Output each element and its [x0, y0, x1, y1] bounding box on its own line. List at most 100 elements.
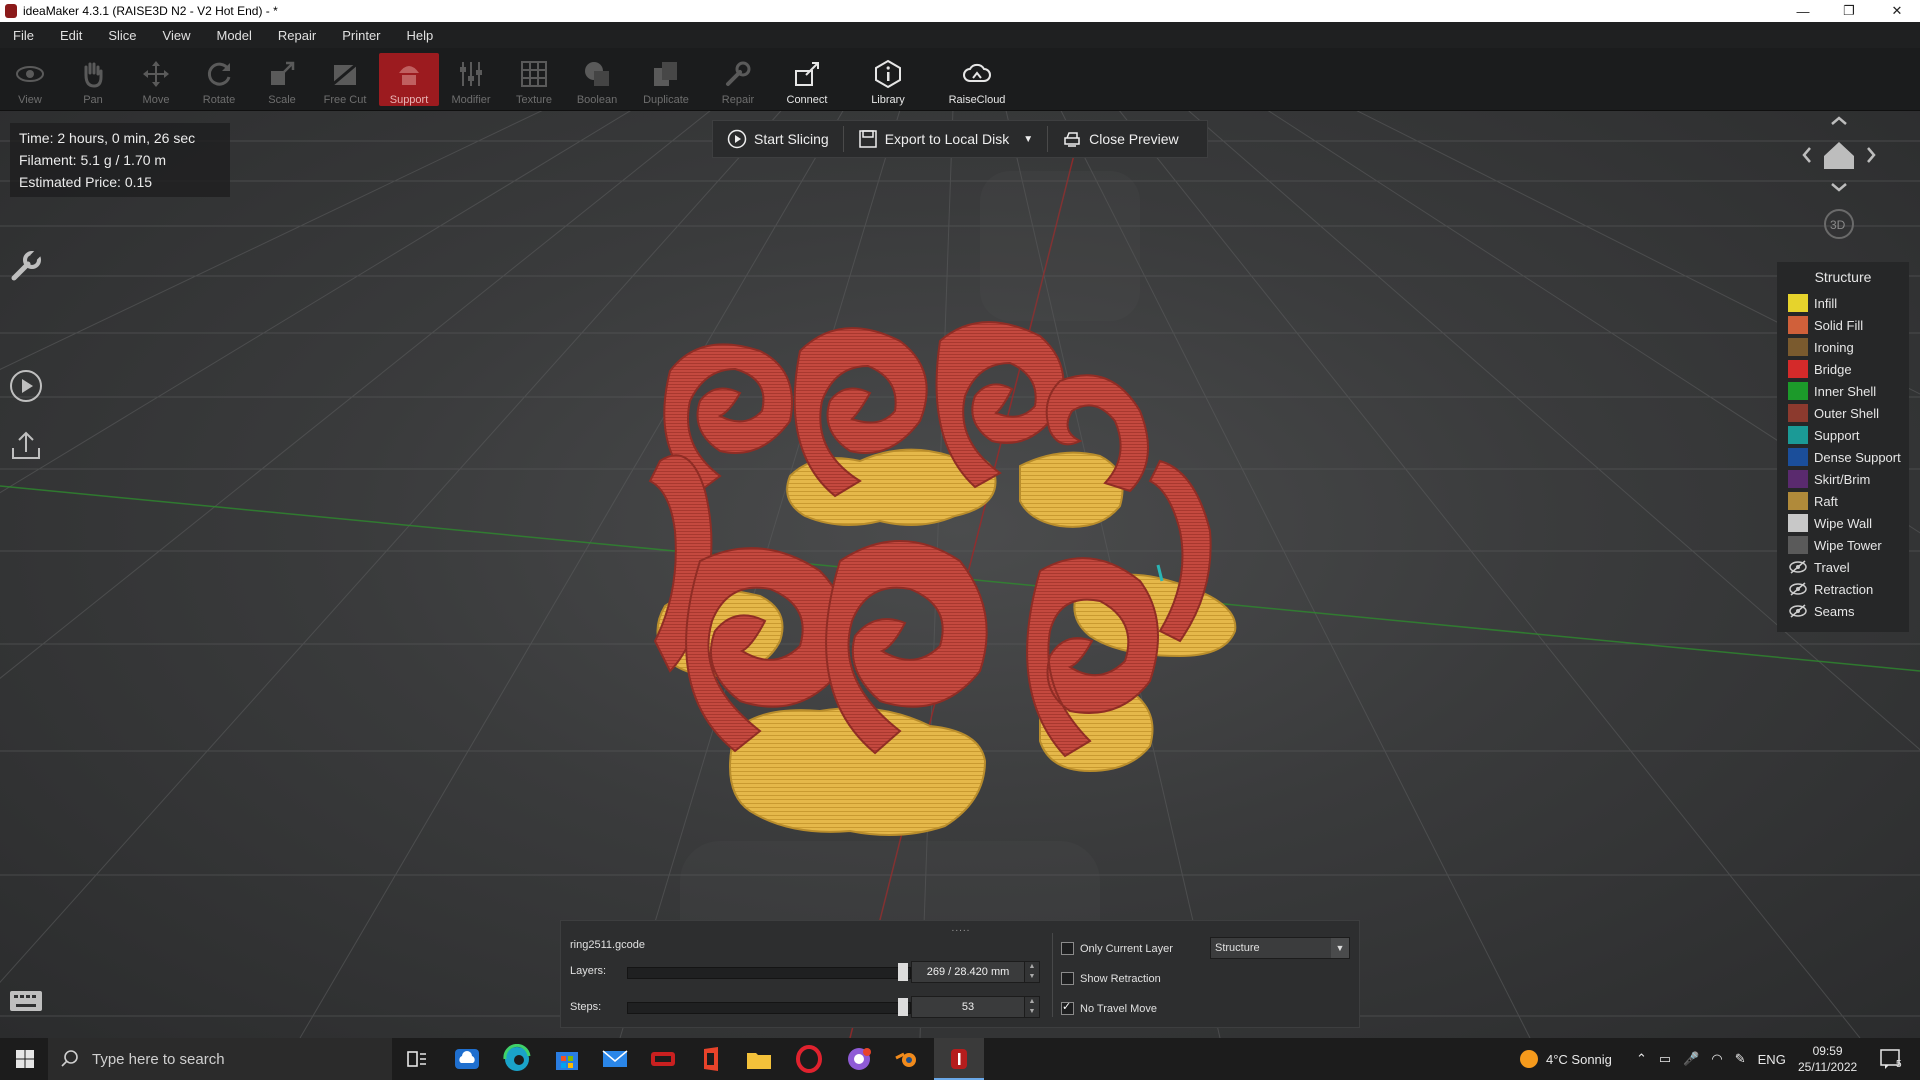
file-explorer-icon[interactable]: [744, 1044, 774, 1074]
checkbox-box[interactable]: [1061, 972, 1074, 985]
taskbar-search-box[interactable]: Type here to search: [48, 1038, 392, 1080]
texture-tool-button[interactable]: Texture: [511, 53, 557, 106]
menu-printer[interactable]: Printer: [329, 28, 393, 43]
wrench-icon[interactable]: [8, 248, 44, 284]
close-window-button[interactable]: ✕: [1874, 0, 1920, 22]
start-slicing-button[interactable]: Start Slicing: [713, 121, 843, 157]
ideamaker-taskbar-button[interactable]: [934, 1038, 984, 1080]
maximize-button[interactable]: ❐: [1826, 0, 1872, 22]
legend-item-infill[interactable]: Infill: [1777, 292, 1909, 314]
chevron-down-icon[interactable]: ▼: [1331, 938, 1349, 958]
pen-icon[interactable]: ✎: [1735, 1051, 1746, 1067]
export-to-local-disk-button[interactable]: Export to Local Disk ▼: [844, 121, 1047, 157]
legend-item-ironing[interactable]: Ironing: [1777, 336, 1909, 358]
scale-tool-button[interactable]: Scale: [262, 53, 302, 106]
duplicate-icon: [654, 62, 677, 86]
menu-file[interactable]: File: [0, 28, 47, 43]
view-navigation[interactable]: 3D: [1800, 114, 1880, 244]
layers-slider[interactable]: [627, 963, 911, 981]
cloud-app-icon[interactable]: [452, 1044, 482, 1074]
boolean-tool-button[interactable]: Boolean: [574, 53, 620, 106]
legend-item-support[interactable]: Support: [1777, 424, 1909, 446]
checkbox-box-checked[interactable]: [1061, 1000, 1074, 1015]
upload-icon[interactable]: [8, 428, 44, 464]
panel-drag-handle[interactable]: .....: [561, 923, 1361, 934]
layers-value-input[interactable]: 269 / 28.420 mm: [911, 961, 1025, 983]
connect-tool-button[interactable]: Connect: [782, 53, 832, 106]
menu-edit[interactable]: Edit: [47, 28, 95, 43]
legend-item-solid-fill[interactable]: Solid Fill: [1777, 314, 1909, 336]
menu-model[interactable]: Model: [204, 28, 265, 43]
wifi-icon[interactable]: ◠: [1711, 1051, 1722, 1067]
legend-item-wipe-tower[interactable]: Wipe Tower: [1777, 534, 1909, 556]
steps-slider-handle[interactable]: [898, 998, 908, 1016]
steps-spinner[interactable]: ▲ ▼: [1024, 996, 1040, 1018]
messenger-icon[interactable]: [844, 1044, 874, 1074]
support-tool-button[interactable]: Support: [379, 53, 439, 106]
raisecloud-tool-button[interactable]: RaiseCloud: [948, 53, 1006, 106]
windows-start-icon[interactable]: [10, 1044, 40, 1074]
toolbar: View Pan Move Rotate Scale Free Cut Supp…: [0, 48, 1920, 111]
menu-view[interactable]: View: [150, 28, 204, 43]
layers-spinner[interactable]: ▲ ▼: [1024, 961, 1040, 983]
modifier-tool-button[interactable]: Modifier: [448, 53, 494, 106]
menu-repair[interactable]: Repair: [265, 28, 329, 43]
legend-item-label: Solid Fill: [1814, 317, 1864, 333]
legend-item-label: Skirt/Brim: [1814, 471, 1871, 487]
legend-item-dense-support[interactable]: Dense Support: [1777, 446, 1909, 468]
chevron-up-icon[interactable]: ⌃: [1636, 1051, 1647, 1067]
blender-icon[interactable]: [892, 1044, 922, 1074]
notification-center-button[interactable]: 5: [1878, 1038, 1902, 1080]
free-cut-tool-button[interactable]: Free Cut: [320, 53, 370, 106]
keyboard-icon[interactable]: [8, 986, 44, 1016]
task-view-icon[interactable]: [402, 1044, 432, 1074]
legend-item-bridge[interactable]: Bridge: [1777, 358, 1909, 380]
play-icon[interactable]: [8, 368, 44, 404]
library-tool-button[interactable]: Library: [866, 53, 910, 106]
checkbox-box[interactable]: [1061, 942, 1074, 955]
menu-slice[interactable]: Slice: [95, 28, 149, 43]
rotate-tool-button[interactable]: Rotate: [199, 53, 239, 106]
view-tool-button[interactable]: View: [10, 53, 50, 106]
panel-divider: [1052, 933, 1053, 1017]
legend-item-raft[interactable]: Raft: [1777, 490, 1909, 512]
office-icon[interactable]: [696, 1044, 726, 1074]
menu-help[interactable]: Help: [394, 28, 447, 43]
red-app-icon[interactable]: [648, 1044, 678, 1074]
only-current-layer-checkbox[interactable]: Only Current Layer: [1061, 942, 1173, 955]
legend-item-wipe-wall[interactable]: Wipe Wall: [1777, 512, 1909, 534]
connect-icon: [795, 62, 819, 86]
move-tool-button[interactable]: Move: [136, 53, 176, 106]
layers-slider-handle[interactable]: [898, 963, 908, 981]
legend-item-skirt-brim[interactable]: Skirt/Brim: [1777, 468, 1909, 490]
steps-slider[interactable]: [627, 998, 911, 1016]
view-mode-select[interactable]: Structure ▼: [1210, 937, 1350, 959]
edge-browser-icon[interactable]: [502, 1044, 532, 1074]
microphone-icon[interactable]: 🎤: [1683, 1051, 1699, 1067]
store-icon[interactable]: [552, 1044, 582, 1074]
no-travel-move-checkbox[interactable]: No Travel Move: [1061, 1000, 1157, 1015]
legend-toggle-seams[interactable]: Seams: [1777, 600, 1909, 622]
legend-toggle-travel[interactable]: Travel: [1777, 556, 1909, 578]
legend-item-outer-shell[interactable]: Outer Shell: [1777, 402, 1909, 424]
nav-left-icon: [1802, 147, 1811, 163]
legend-item-inner-shell[interactable]: Inner Shell: [1777, 380, 1909, 402]
clock[interactable]: 09:59 25/11/2022: [1798, 1038, 1857, 1080]
chevron-down-icon[interactable]: ▼: [1023, 134, 1033, 145]
pan-tool-button[interactable]: Pan: [73, 53, 113, 106]
close-preview-button[interactable]: Close Preview: [1048, 121, 1192, 157]
legend-toggle-retraction[interactable]: Retraction: [1777, 578, 1909, 600]
mail-icon[interactable]: [600, 1044, 630, 1074]
display-icon[interactable]: ▭: [1659, 1051, 1671, 1067]
print-estimate-box: Time: 2 hours, 0 min, 26 sec Filament: 5…: [10, 123, 230, 197]
3d-viewport[interactable]: [0, 111, 1920, 1038]
language-indicator[interactable]: ENG: [1758, 1052, 1786, 1067]
weather-widget[interactable]: 4°C Sonnig: [1518, 1038, 1612, 1080]
opera-browser-icon[interactable]: [794, 1044, 824, 1074]
repair-tool-button[interactable]: Repair: [716, 53, 760, 106]
minimize-button[interactable]: —: [1780, 0, 1826, 22]
show-retraction-checkbox[interactable]: Show Retraction: [1061, 972, 1161, 985]
duplicate-tool-button[interactable]: Duplicate: [638, 53, 694, 106]
steps-value-input[interactable]: 53: [911, 996, 1025, 1018]
print-time: Time: 2 hours, 0 min, 26 sec: [19, 130, 196, 146]
